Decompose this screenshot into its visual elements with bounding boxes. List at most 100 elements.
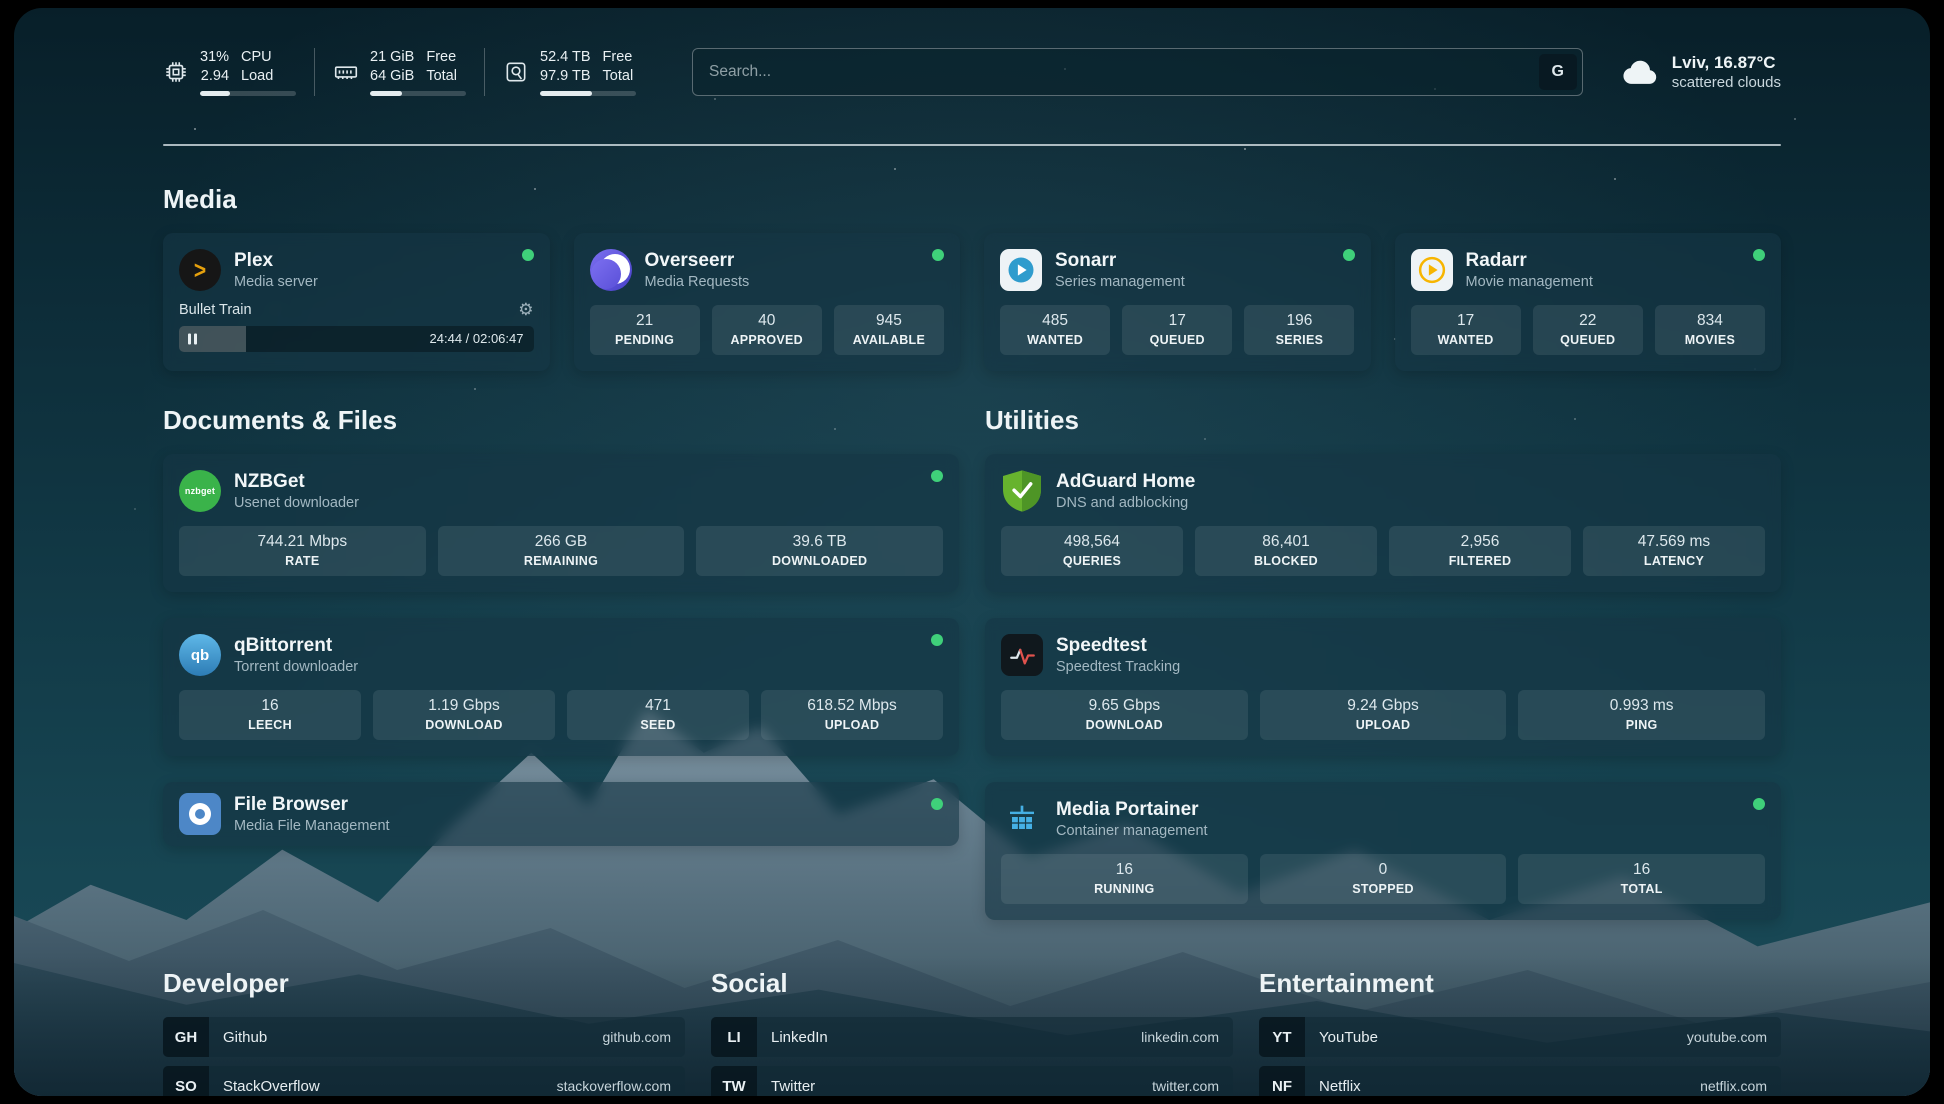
stat-label: QUEUED	[1537, 333, 1639, 347]
status-dot-online	[932, 249, 944, 261]
stats-row: 9.65 Gbps DOWNLOAD 9.24 Gbps UPLOAD 0.99…	[1001, 690, 1765, 740]
stat-value: 17	[1126, 312, 1228, 330]
stat-label: AVAILABLE	[838, 333, 940, 347]
app-subtitle: Series management	[1055, 274, 1185, 290]
stats-row: 485 WANTED 17 QUEUED 196 SERIES	[1000, 305, 1355, 355]
bookmark-twitter[interactable]: TW Twitter twitter.com	[711, 1066, 1233, 1096]
bookmark-name: LinkedIn	[757, 1029, 1141, 1046]
app-card-radarr[interactable]: Radarr Movie management 17 WANTED 22	[1395, 233, 1782, 371]
playback-progressbar[interactable]: 24:44 / 02:06:47	[179, 326, 534, 352]
section-title-utilities: Utilities	[985, 405, 1781, 436]
dashboard-content: 31% 2.94 CPU Load	[163, 8, 1781, 1096]
settings-gear-icon[interactable]: ⚙	[518, 301, 533, 318]
ram-free-label: Free	[426, 48, 457, 67]
cloud-icon	[1621, 57, 1659, 87]
utilities-card-stack: AdGuard Home DNS and adblocking 498,564 …	[985, 454, 1781, 920]
bookmark-github[interactable]: GH Github github.com	[163, 1017, 685, 1057]
stats-row: 744.21 Mbps RATE 266 GB REMAINING 39.6 T…	[179, 526, 943, 576]
status-dot-online	[1343, 249, 1355, 261]
card-text: Speedtest Speedtest Tracking	[1056, 635, 1180, 676]
app-name: Media Portainer	[1056, 799, 1208, 821]
app-card-nzbget[interactable]: nzbget NZBGet Usenet downloader 7	[163, 454, 959, 592]
adguard-shield-icon	[1001, 470, 1043, 512]
bookmark-url: linkedin.com	[1141, 1029, 1233, 1045]
stat-label: QUERIES	[1005, 554, 1179, 568]
weather-widget[interactable]: Lviv, 16.87°C scattered clouds	[1621, 53, 1781, 91]
dashboard-background: 31% 2.94 CPU Load	[14, 8, 1930, 1096]
bookmark-youtube[interactable]: YT YouTube youtube.com	[1259, 1017, 1781, 1057]
netflix-badge-icon: NF	[1259, 1066, 1305, 1096]
cpu-load-value: 2.94	[200, 67, 229, 86]
ram-progress-fill	[370, 91, 402, 96]
search-engine-button[interactable]: G	[1539, 54, 1577, 90]
section-developer: Developer GH Github github.com SO StackO…	[163, 968, 685, 1096]
app-card-filebrowser[interactable]: File Browser Media File Management	[163, 782, 959, 846]
app-card-portainer[interactable]: Media Portainer Container management 16 …	[985, 782, 1781, 920]
pause-icon[interactable]	[188, 334, 197, 345]
bookmark-name: Netflix	[1305, 1078, 1700, 1095]
youtube-badge-icon: YT	[1259, 1017, 1305, 1057]
stackoverflow-badge-icon: SO	[163, 1066, 209, 1096]
bookmark-stackoverflow[interactable]: SO StackOverflow stackoverflow.com	[163, 1066, 685, 1096]
stat-value: 196	[1248, 312, 1350, 330]
stat-latency: 47.569 ms LATENCY	[1583, 526, 1765, 576]
stat-value: 39.6 TB	[700, 533, 939, 551]
stat-pending: 21 PENDING	[590, 305, 700, 355]
app-card-plex[interactable]: > Plex Media server Bullet Train ⚙	[163, 233, 550, 371]
section-title-entertainment: Entertainment	[1259, 968, 1781, 999]
bookmark-linkedin[interactable]: LI LinkedIn linkedin.com	[711, 1017, 1233, 1057]
two-column-area: Documents & Files nzbget NZBGet Usenet d…	[163, 405, 1781, 920]
stat-running: 16 RUNNING	[1001, 854, 1248, 904]
stat-label: STOPPED	[1264, 882, 1503, 896]
card-text: Sonarr Series management	[1055, 250, 1185, 291]
card-header: Overseerr Media Requests	[590, 249, 945, 291]
bookmark-url: github.com	[603, 1029, 685, 1045]
weather-condition: scattered clouds	[1672, 74, 1781, 91]
bookmark-netflix[interactable]: NF Netflix netflix.com	[1259, 1066, 1781, 1096]
playback-time: 24:44 / 02:06:47	[430, 326, 524, 352]
stat-label: WANTED	[1415, 333, 1517, 347]
stat-value: 2,956	[1393, 533, 1567, 551]
stat-label: DOWNLOAD	[1005, 718, 1244, 732]
stat-label: FILTERED	[1393, 554, 1567, 568]
stat-queued: 17 QUEUED	[1122, 305, 1232, 355]
app-name: qBittorrent	[234, 635, 358, 657]
stat-download: 9.65 Gbps DOWNLOAD	[1001, 690, 1248, 740]
stat-label: UPLOAD	[1264, 718, 1503, 732]
app-name: Plex	[234, 250, 318, 272]
now-playing-title: Bullet Train	[179, 302, 252, 318]
search-input[interactable]	[692, 48, 1583, 96]
app-card-qbittorrent[interactable]: qb qBittorrent Torrent downloader	[163, 618, 959, 756]
app-card-speedtest[interactable]: Speedtest Speedtest Tracking 9.65 Gbps D…	[985, 618, 1781, 756]
stat-value: 0	[1264, 861, 1503, 879]
overseerr-icon	[590, 249, 632, 291]
cpu-progressbar	[200, 91, 296, 96]
app-card-overseerr[interactable]: Overseerr Media Requests 21 PENDING 4	[574, 233, 961, 371]
stat-value: 16	[1522, 861, 1761, 879]
card-header: qb qBittorrent Torrent downloader	[179, 634, 943, 676]
qbittorrent-icon: qb	[179, 634, 221, 676]
stat-value: 22	[1537, 312, 1639, 330]
card-header: > Plex Media server	[179, 249, 534, 291]
stat-value: 9.24 Gbps	[1264, 697, 1503, 715]
stat-ping: 0.993 ms PING	[1518, 690, 1765, 740]
app-name: File Browser	[234, 794, 390, 816]
stat-stopped: 0 STOPPED	[1260, 854, 1507, 904]
stat-value: 40	[716, 312, 818, 330]
stat-label: RATE	[183, 554, 422, 568]
app-card-adguard[interactable]: AdGuard Home DNS and adblocking 498,564 …	[985, 454, 1781, 592]
disk-metric: 52.4 TB 97.9 TB Free Total	[485, 48, 654, 96]
stat-value: 834	[1659, 312, 1761, 330]
app-subtitle: DNS and adblocking	[1056, 495, 1195, 511]
stats-row: 498,564 QUERIES 86,401 BLOCKED 2,956 FIL…	[1001, 526, 1765, 576]
bookmark-url: stackoverflow.com	[557, 1078, 685, 1094]
stat-value: 471	[571, 697, 745, 715]
stat-label: WANTED	[1004, 333, 1106, 347]
section-entertainment: Entertainment YT YouTube youtube.com NF …	[1259, 968, 1781, 1096]
stat-label: REMAINING	[442, 554, 681, 568]
stat-label: QUEUED	[1126, 333, 1228, 347]
app-name: Sonarr	[1055, 250, 1185, 272]
app-card-sonarr[interactable]: Sonarr Series management 485 WANTED 1	[984, 233, 1371, 371]
app-subtitle: Media Requests	[645, 274, 750, 290]
stat-label: TOTAL	[1522, 882, 1761, 896]
